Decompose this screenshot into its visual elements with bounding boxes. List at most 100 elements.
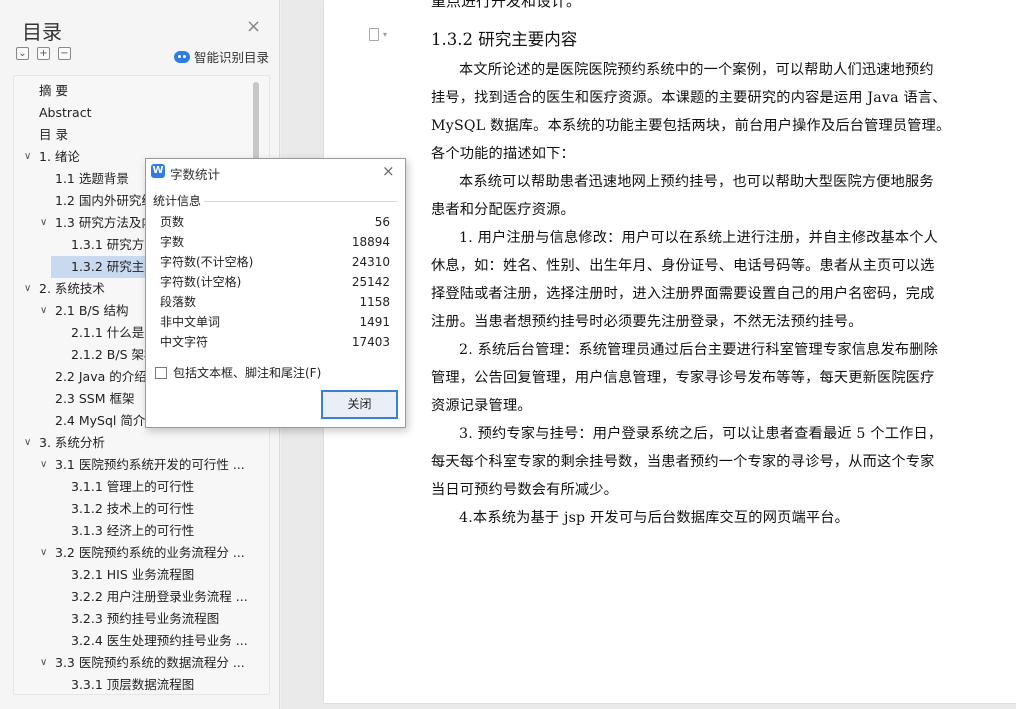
stat-row: 中文字符 17403 <box>160 332 390 352</box>
close-button[interactable]: 关闭 <box>321 390 398 419</box>
toc-item-label: 3. 系统分析 <box>39 435 105 450</box>
toc-item-label: 2. 系统技术 <box>39 281 105 296</box>
chevron-down-icon[interactable]: ∨ <box>24 146 36 168</box>
toc-item-label: 2.1.2 B/S 架构 <box>71 347 157 362</box>
stat-label: 中文字符 <box>160 335 209 349</box>
checkbox-box[interactable] <box>155 366 167 379</box>
body-text-line: 本文所论述的是医院医院预约系统中的一个案例，可以帮助人们迅速地预约 <box>459 62 934 78</box>
document-page: ▾ 重点进行开发和设计。 1.3.2 研究主要内容 本文所论述的是医院医院预约系… <box>324 0 1016 703</box>
chevron-down-icon[interactable]: ∨ <box>40 542 52 564</box>
toc-item-label: 2.1.1 什么是 I <box>71 325 152 340</box>
toc-close-icon[interactable]: × <box>246 18 261 36</box>
chevron-down-icon[interactable]: ∨ <box>24 278 36 300</box>
previous-paragraph-fragment: 重点进行开发和设计。 <box>431 0 582 10</box>
toc-item[interactable]: 3.3.1 顶层数据流程图 <box>14 674 252 694</box>
section-divider <box>204 201 397 202</box>
toc-item-label: 3.1.3 经济上的可行性 <box>71 523 195 538</box>
chevron-down-icon[interactable]: ∨ <box>24 432 36 454</box>
stat-row: 字符数(计空格) 25142 <box>160 272 390 292</box>
stat-value: 18894 <box>351 235 390 249</box>
chevron-down-icon[interactable]: ∨ <box>40 454 52 476</box>
smart-toc-label: 智能识别目录 <box>194 50 270 65</box>
stat-value: 17403 <box>351 335 390 349</box>
collapse-level-button[interactable]: − <box>58 47 71 60</box>
wps-logo-icon: W <box>151 164 165 178</box>
stat-label: 页数 <box>160 215 185 229</box>
chevron-down-icon[interactable]: ∨ <box>40 652 52 674</box>
stat-row: 字符数(不计空格) 24310 <box>160 252 390 272</box>
body-text-line: 2. 系统后台管理：系统管理员通过后台主要进行科室管理专家信息发布删除 <box>459 342 939 358</box>
toc-item[interactable]: 3.2.3 预约挂号业务流程图 <box>14 608 252 630</box>
toc-item-label: 2.4 MySql 简介 <box>55 413 146 428</box>
toc-item[interactable]: 3.1.1 管理上的可行性 <box>14 476 252 498</box>
toc-item-label: 3.3.1 顶层数据流程图 <box>71 677 195 692</box>
toc-item-label: 3.1.2 技术上的可行性 <box>71 501 195 516</box>
toc-item-label: 1.3.2 研究主要 <box>71 259 157 274</box>
stat-value: 56 <box>374 215 390 229</box>
stat-row: 段落数 1158 <box>160 292 390 312</box>
toc-item-label: 3.3 医院预约系统的数据流程分 ... <box>55 655 245 670</box>
toc-item[interactable]: 摘 要 <box>14 80 252 102</box>
stat-label: 字符数(不计空格) <box>160 255 254 269</box>
toc-item[interactable]: Abstract <box>14 102 252 124</box>
stat-value: 25142 <box>351 275 390 289</box>
toc-item-label: 1.1 选题背景 <box>55 171 129 186</box>
toc-title: 目录 <box>22 20 62 44</box>
dialog-close-icon[interactable]: × <box>382 162 395 180</box>
toc-item[interactable]: 目 录 <box>14 124 252 146</box>
toc-toolbar: ⌄ + − <box>16 47 71 65</box>
toc-item-label: 3.2.4 医生处理预约挂号业务 ... <box>71 633 248 648</box>
toc-item-label: 1.2 国内外研究给 <box>55 193 154 208</box>
stat-label: 非中文单词 <box>160 315 221 329</box>
body-text-line: 1. 用户注册与信息修改：用户可以在系统上进行注册，并自主修改基本个人 <box>459 230 939 246</box>
toc-item-label: 1. 绪论 <box>39 149 80 164</box>
word-count-dialog: W 字数统计 × 统计信息 页数 56 字数 18894 字符数(不计空格) 24310 字… <box>145 158 406 428</box>
toc-item[interactable]: ∨ 3.1 医院预约系统开发的可行性 ... <box>14 454 252 476</box>
body-text-line: MySQL 数据库。本系统的功能主要包括两块，前台用户操作及后台管理员管理。 <box>431 118 951 134</box>
toc-item-label: 1.3 研究方法及内 <box>55 215 154 230</box>
toc-item-label: 3.2.2 用户注册登录业务流程 ... <box>71 589 248 604</box>
toc-item[interactable]: ∨ 3.3 医院预约系统的数据流程分 ... <box>14 652 252 674</box>
toc-item[interactable]: ∨ 3.2 医院预约系统的业务流程分 ... <box>14 542 252 564</box>
stat-value: 24310 <box>351 255 390 269</box>
expand-level-button[interactable]: + <box>37 47 50 60</box>
toc-item-label: 2.1 B/S 结构 <box>55 303 129 318</box>
section-heading: 1.3.2 研究主要内容 <box>431 30 578 49</box>
stat-label: 字数 <box>160 235 185 249</box>
chevron-down-icon[interactable]: ∨ <box>40 212 52 234</box>
body-text-line: 本系统可以帮助患者迅速地网上预约挂号，也可以帮助大型医院方便地服务 <box>459 174 934 190</box>
robot-icon <box>174 50 190 63</box>
stat-label: 段落数 <box>160 295 197 309</box>
collapse-all-button[interactable]: ⌄ <box>16 47 29 60</box>
stat-value: 1491 <box>359 315 390 329</box>
chevron-down-icon[interactable]: ∨ <box>40 300 52 322</box>
body-text-line: 资源记录管理。 <box>431 398 532 414</box>
include-textbox-checkbox[interactable]: 包括文本框、脚注和尾注(F) <box>155 364 321 381</box>
stat-value: 1158 <box>359 295 390 309</box>
toc-item[interactable]: 3.2.4 医生处理预约挂号业务 ... <box>14 630 252 652</box>
stat-row: 字数 18894 <box>160 232 390 252</box>
toc-item-label: 3.2.3 预约挂号业务流程图 <box>71 611 220 626</box>
toc-item[interactable]: 3.1.2 技术上的可行性 <box>14 498 252 520</box>
body-text-line: 管理，公告回复管理，用户信息管理，专家寻诊号发布等等，每天更新医院医疗 <box>431 370 935 386</box>
toc-item[interactable]: 3.2.2 用户注册登录业务流程 ... <box>14 586 252 608</box>
paragraph-menu-icon[interactable]: ▾ <box>369 28 389 44</box>
stat-row: 页数 56 <box>160 212 390 232</box>
toc-item-label: Abstract <box>39 105 92 120</box>
body-text-line: 休息，如：姓名、性别、出生年月、身份证号、电话号码等。患者从主页可以选 <box>431 258 935 274</box>
smart-toc-button[interactable]: 智能识别目录 <box>174 47 269 66</box>
toc-item[interactable]: 3.1.3 经济上的可行性 <box>14 520 252 542</box>
dialog-titlebar[interactable]: W 字数统计 × <box>146 159 405 185</box>
body-text-line: 3. 预约专家与挂号：用户登录系统之后，可以让患者查看最近 5 个工作日， <box>459 426 943 442</box>
toc-item-label: 目 录 <box>39 127 68 142</box>
toc-item[interactable]: 3.2.1 HIS 业务流程图 <box>14 564 252 586</box>
toc-item-label: 3.1 医院预约系统开发的可行性 ... <box>55 457 245 472</box>
toc-item[interactable]: ∨ 3. 系统分析 <box>14 432 252 454</box>
checkbox-label: 包括文本框、脚注和尾注(F) <box>173 366 322 380</box>
stat-row: 非中文单词 1491 <box>160 312 390 332</box>
toc-item-label: 3.2.1 HIS 业务流程图 <box>71 567 195 582</box>
toc-item-label: 1.3.1 研究方法 <box>71 237 157 252</box>
body-text-line: 4.本系统为基于 jsp 开发可与后台数据库交互的网页端平台。 <box>459 510 850 526</box>
toc-item-label: 2.2 Java 的介绍 <box>55 369 147 384</box>
body-text-line: 每天每个科室专家的剩余挂号数，当患者预约一个专家的寻诊号，从而这个专家 <box>431 454 935 470</box>
